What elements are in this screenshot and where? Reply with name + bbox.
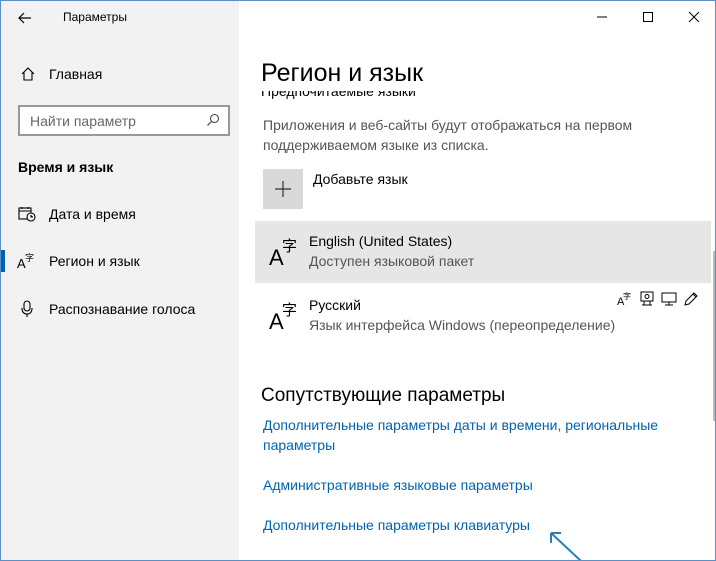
sidebar: Параметры Главная Время и язык bbox=[1, 1, 239, 560]
maximize-button[interactable] bbox=[625, 1, 671, 33]
nav-home-label: Главная bbox=[49, 66, 103, 82]
sidebar-item-region-language[interactable]: A 字 Регион и язык bbox=[1, 243, 239, 279]
scrollbar[interactable] bbox=[713, 251, 715, 421]
add-language-button[interactable]: Добавьте язык bbox=[263, 169, 408, 209]
link-keyboard-settings[interactable]: Дополнительные параметры клавиатуры bbox=[263, 515, 703, 535]
sidebar-item-label: Дата и время bbox=[49, 206, 136, 222]
languages-description: Приложения и веб-сайты будут отображатьс… bbox=[263, 117, 633, 153]
arrow-left-icon bbox=[18, 12, 31, 24]
app-title: Параметры bbox=[63, 10, 127, 24]
link-admin-language[interactable]: Административные языковые параметры bbox=[263, 475, 703, 495]
language-icon: A 字 bbox=[265, 285, 305, 347]
related-settings-heading: Сопутствующие параметры bbox=[261, 385, 506, 406]
svg-text:字: 字 bbox=[282, 237, 297, 255]
language-pack-icon: A 字 bbox=[617, 291, 631, 307]
language-status: Язык интерфейса Windows (переопределение… bbox=[309, 317, 616, 333]
language-item-english[interactable]: A 字 English (United States) Доступен язы… bbox=[255, 221, 711, 283]
section-heading: Время и язык bbox=[18, 159, 114, 175]
language-name: Русский bbox=[309, 297, 361, 313]
maximize-icon bbox=[643, 12, 653, 22]
settings-window: Параметры Главная Время и язык bbox=[0, 0, 716, 561]
sidebar-item-date-time[interactable]: Дата и время bbox=[1, 196, 239, 232]
handwriting-icon bbox=[684, 292, 698, 306]
language-icon: A 字 bbox=[265, 221, 305, 283]
close-icon bbox=[688, 11, 700, 23]
language-name: English (United States) bbox=[309, 233, 453, 249]
search-box[interactable] bbox=[18, 105, 230, 136]
display-icon bbox=[661, 292, 677, 306]
language-feature-icons: A 字 bbox=[617, 291, 699, 307]
svg-text:字: 字 bbox=[623, 291, 631, 301]
microphone-icon bbox=[17, 300, 37, 318]
svg-text:字: 字 bbox=[25, 252, 34, 264]
sidebar-item-speech[interactable]: Распознавание голоса bbox=[1, 291, 239, 327]
add-language-label: Добавьте язык bbox=[313, 171, 408, 187]
page-title: Регион и язык bbox=[261, 59, 424, 87]
svg-text:字: 字 bbox=[282, 301, 297, 319]
speech-icon bbox=[640, 291, 654, 306]
preferred-languages-heading: Предпочитаемые языки bbox=[261, 91, 416, 99]
back-button[interactable] bbox=[11, 5, 39, 31]
content-area: Предпочитаемые языки Приложения и веб-са… bbox=[239, 91, 715, 560]
minimize-button[interactable] bbox=[579, 1, 625, 33]
search-input[interactable] bbox=[30, 112, 200, 129]
language-icon: A 字 bbox=[17, 252, 37, 270]
search-icon[interactable] bbox=[206, 113, 220, 132]
calendar-clock-icon bbox=[17, 206, 37, 222]
home-icon bbox=[19, 66, 37, 82]
close-button[interactable] bbox=[671, 1, 715, 33]
sidebar-item-label: Регион и язык bbox=[49, 253, 140, 269]
language-item-russian[interactable]: A 字 Русский Язык интерфейса Windows (пер… bbox=[255, 285, 711, 347]
nav-home[interactable]: Главная bbox=[1, 57, 239, 91]
minimize-icon bbox=[597, 16, 607, 18]
sidebar-item-label: Распознавание голоса bbox=[49, 301, 196, 317]
link-date-time-regional[interactable]: Дополнительные параметры даты и времени,… bbox=[263, 415, 703, 455]
language-status: Доступен языковой пакет bbox=[309, 253, 475, 269]
plus-icon bbox=[263, 169, 303, 209]
